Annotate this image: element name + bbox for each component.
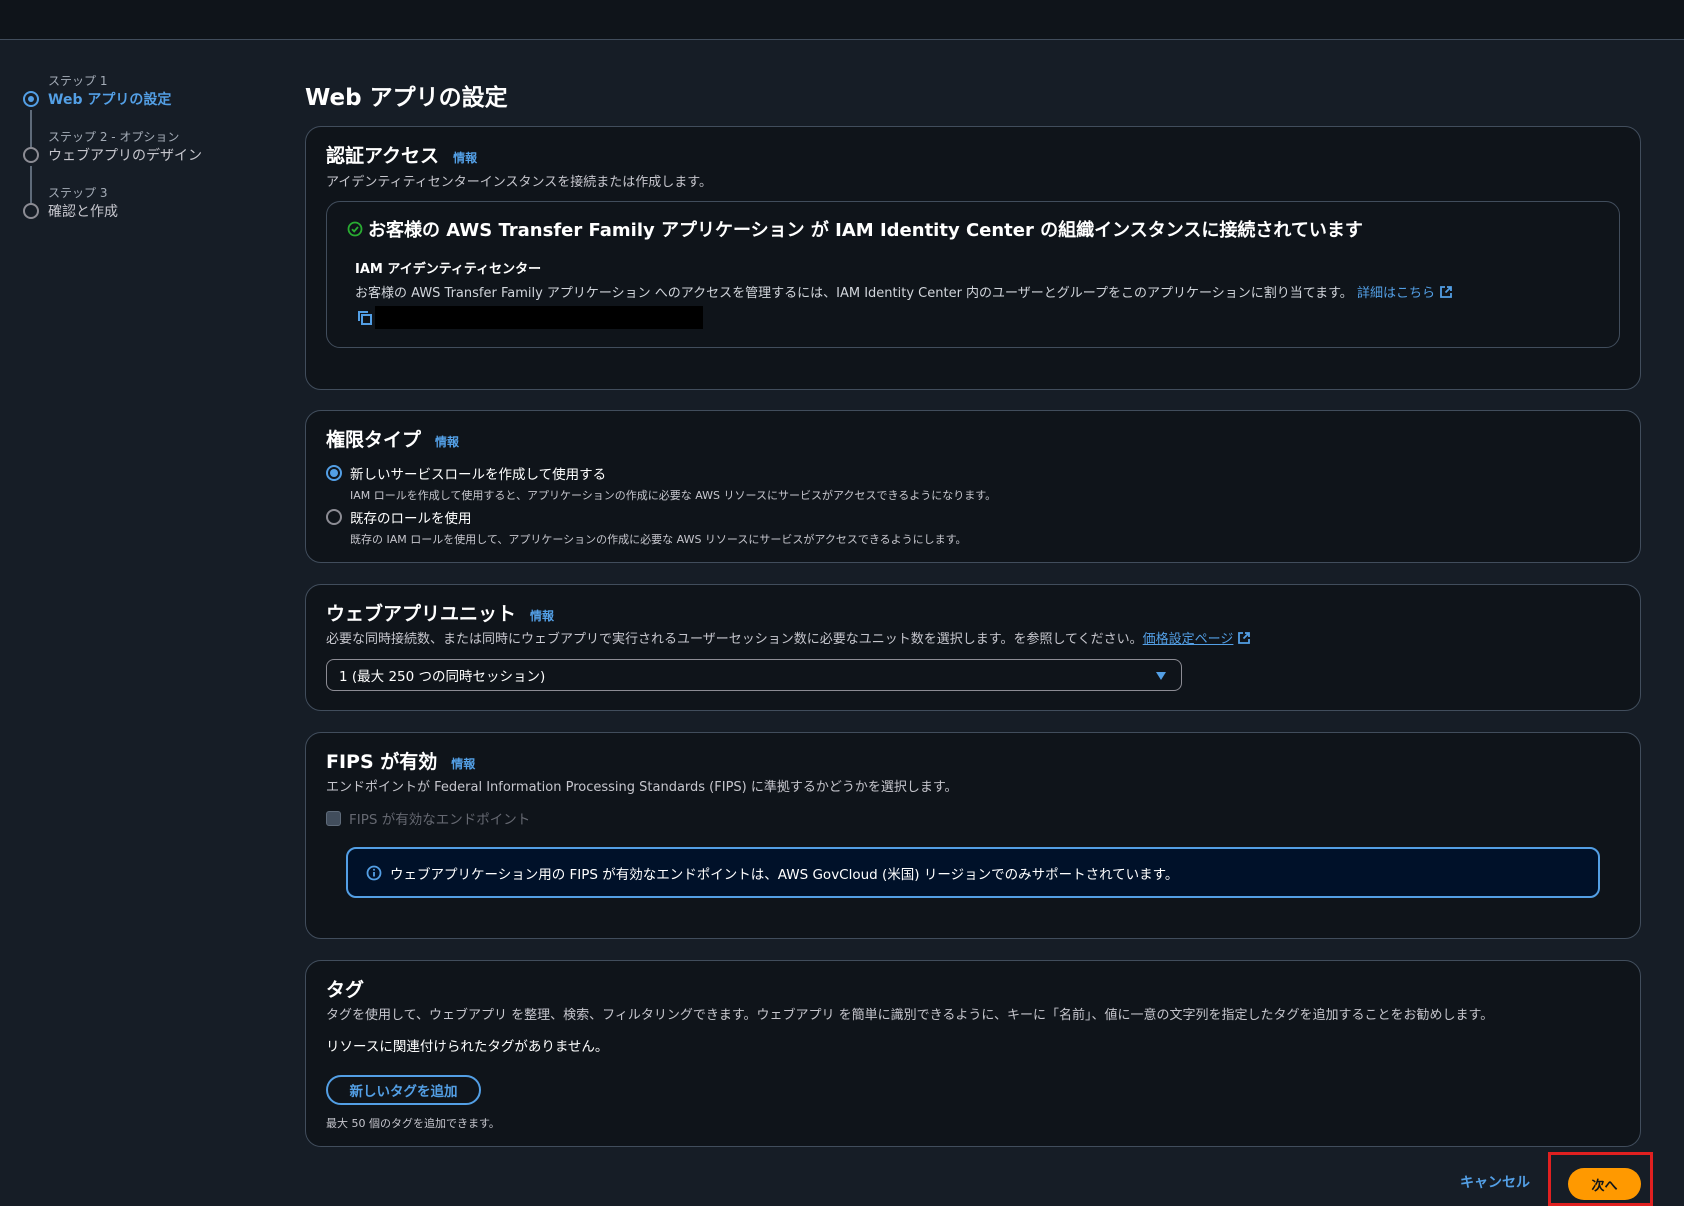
learn-more-link[interactable]: 詳細はこちら bbox=[1357, 286, 1453, 301]
learn-more-text[interactable]: 詳細はこちら bbox=[1357, 286, 1435, 301]
step-2[interactable]: ステップ 2 - オプション ウェブアプリのデザイン bbox=[20, 126, 280, 182]
step-indicator-icon bbox=[23, 147, 39, 163]
info-link[interactable]: 情報 bbox=[435, 433, 459, 450]
auth-heading: 認証アクセス bbox=[326, 145, 440, 167]
step-number: ステップ 1 bbox=[48, 74, 108, 88]
permission-type-card: 権限タイプ 情報 新しいサービスロールを作成して使用する IAM ロールを作成し… bbox=[305, 410, 1641, 563]
success-title: お客様の AWS Transfer Family アプリケーション が IAM … bbox=[368, 220, 1363, 241]
units-description: 必要な同時接続数、または同時にウェブアプリで実行されるユーザーセッション数に必要… bbox=[326, 628, 1251, 647]
identity-arn-row bbox=[357, 306, 703, 329]
add-new-tag-button[interactable]: 新しいタグを追加 bbox=[326, 1075, 481, 1105]
no-tags-message: リソースに関連付けられたタグがありません。 bbox=[326, 1039, 609, 1055]
fips-info-alert: ウェブアプリケーション用の FIPS が有効なエンドポイントは、AWS GovC… bbox=[346, 847, 1600, 898]
web-app-units-card: ウェブアプリユニット 情報 必要な同時接続数、または同時にウェブアプリで実行され… bbox=[305, 584, 1641, 711]
identity-center-description: お客様の AWS Transfer Family アプリケーション へのアクセス… bbox=[355, 282, 1453, 301]
step-title[interactable]: ウェブアプリのデザイン bbox=[48, 145, 202, 165]
radio-button[interactable] bbox=[326, 509, 342, 525]
radio-new-role[interactable]: 新しいサービスロールを作成して使用する IAM ロールを作成して使用すると、アプ… bbox=[326, 463, 996, 503]
tags-limit-hint: 最大 50 個のタグを追加できます。 bbox=[326, 1117, 500, 1130]
fips-alert-text: ウェブアプリケーション用の FIPS が有効なエンドポイントは、AWS GovC… bbox=[390, 866, 1179, 883]
step-1[interactable]: ステップ 1 Web アプリの設定 bbox=[20, 70, 280, 126]
tags-description: タグを使用して、ウェブアプリ を整理、検索、フィルタリングできます。ウェブアプリ… bbox=[326, 1008, 1494, 1023]
info-link[interactable]: 情報 bbox=[453, 149, 477, 166]
radio-existing-role[interactable]: 既存のロールを使用 既存の IAM ロールを使用して、アプリケーションの作成に必… bbox=[326, 507, 967, 547]
fips-heading: FIPS が有効 bbox=[326, 751, 438, 773]
units-select[interactable]: 1 (最大 250 つの同時セッション) bbox=[326, 659, 1182, 691]
auth-access-card: 認証アクセス 情報 アイデンティティセンターインスタンスを接続または作成します。… bbox=[305, 126, 1641, 390]
fips-checkbox-label[interactable]: FIPS が有効なエンドポイント bbox=[349, 808, 530, 828]
radio-description: 既存の IAM ロールを使用して、アプリケーションの作成に必要な AWS リソー… bbox=[350, 533, 967, 546]
auth-description: アイデンティティセンターインスタンスを接続または作成します。 bbox=[326, 175, 712, 190]
step-number: ステップ 2 - オプション bbox=[48, 130, 180, 144]
wizard-steps: ステップ 1 Web アプリの設定 ステップ 2 - オプション ウェブアプリの… bbox=[20, 70, 280, 238]
top-bar bbox=[0, 0, 1684, 40]
tags-heading: タグ bbox=[326, 979, 365, 1001]
fips-description: エンドポイントが Federal Information Processing … bbox=[326, 780, 958, 795]
copy-icon[interactable] bbox=[357, 310, 373, 326]
step-indicator-icon bbox=[23, 91, 39, 107]
redacted-value bbox=[375, 306, 703, 329]
radio-label[interactable]: 新しいサービスロールを作成して使用する bbox=[350, 463, 996, 483]
units-selected-value: 1 (最大 250 つの同時セッション) bbox=[339, 669, 546, 685]
fips-card: FIPS が有効 情報 エンドポイントが Federal Information… bbox=[305, 732, 1641, 939]
step-number: ステップ 3 bbox=[48, 186, 108, 200]
success-check-icon bbox=[347, 221, 363, 237]
fips-checkbox[interactable] bbox=[326, 810, 341, 826]
radio-description: IAM ロールを作成して使用すると、アプリケーションの作成に必要な AWS リソ… bbox=[350, 489, 997, 502]
info-link[interactable]: 情報 bbox=[530, 607, 554, 624]
pricing-page-link[interactable]: 価格設定ページ bbox=[1143, 632, 1234, 647]
identity-center-heading: IAM アイデンティティセンター bbox=[355, 262, 542, 277]
permission-heading: 権限タイプ bbox=[326, 429, 422, 451]
cancel-button[interactable]: キャンセル bbox=[1460, 1172, 1530, 1192]
info-icon bbox=[366, 865, 382, 880]
units-text: 必要な同時接続数、または同時にウェブアプリで実行されるユーザーセッション数に必要… bbox=[326, 632, 1143, 647]
radio-label[interactable]: 既存のロールを使用 bbox=[350, 507, 967, 527]
step-indicator-icon bbox=[23, 203, 39, 219]
tags-card: タグ タグを使用して、ウェブアプリ を整理、検索、フィルタリングできます。ウェブ… bbox=[305, 960, 1641, 1147]
success-status-box: お客様の AWS Transfer Family アプリケーション が IAM … bbox=[326, 201, 1620, 348]
fips-checkbox-row[interactable]: FIPS が有効なエンドポイント bbox=[326, 808, 530, 828]
identity-center-text: お客様の AWS Transfer Family アプリケーション へのアクセス… bbox=[355, 286, 1353, 301]
info-link[interactable]: 情報 bbox=[451, 755, 475, 772]
step-title[interactable]: Web アプリの設定 bbox=[48, 89, 171, 109]
external-link-icon bbox=[1238, 632, 1251, 644]
next-button[interactable]: 次へ bbox=[1568, 1168, 1641, 1200]
external-link-icon bbox=[1440, 286, 1452, 298]
step-title[interactable]: 確認と作成 bbox=[48, 201, 118, 221]
radio-button[interactable] bbox=[326, 465, 342, 481]
page-title: Web アプリの設定 bbox=[305, 85, 508, 111]
caret-down-icon bbox=[1156, 672, 1166, 680]
step-3[interactable]: ステップ 3 確認と作成 bbox=[20, 182, 280, 238]
units-heading: ウェブアプリユニット bbox=[326, 603, 517, 625]
